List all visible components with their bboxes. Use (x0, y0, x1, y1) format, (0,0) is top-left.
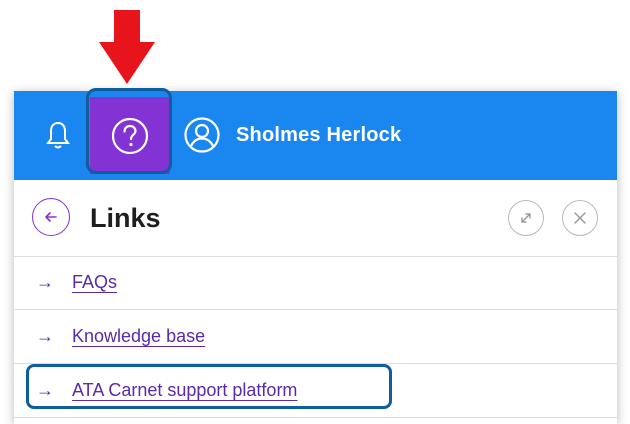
arrow-right-icon: → (36, 380, 54, 400)
back-button[interactable] (32, 198, 70, 236)
expand-icon (521, 213, 531, 223)
panel-title: Links (90, 203, 161, 233)
link-label[interactable]: Knowledge base (72, 326, 205, 347)
username-label[interactable]: Sholmes Herlock (236, 120, 401, 150)
expand-button[interactable] (508, 200, 544, 236)
help-button[interactable] (90, 97, 170, 174)
help-circle-icon (111, 117, 149, 154)
arrow-right-icon: → (36, 326, 54, 346)
arrow-right-icon: → (36, 272, 54, 292)
link-ata-carnet[interactable]: → ATA Carnet support platform (14, 364, 617, 418)
links-list: → FAQs → Knowledge base → ATA Carnet sup… (14, 256, 617, 418)
link-knowledge-base[interactable]: → Knowledge base (14, 310, 617, 364)
close-icon (574, 212, 586, 224)
panel-header: Links (14, 180, 617, 257)
link-label[interactable]: FAQs (72, 272, 117, 293)
user-circle-icon[interactable] (180, 103, 224, 167)
help-panel: Sholmes Herlock Links → FAQs → Knowledge… (14, 88, 617, 424)
link-label[interactable]: ATA Carnet support platform (72, 380, 297, 401)
arrow-left-icon (45, 212, 57, 222)
close-button[interactable] (562, 200, 598, 236)
link-faqs[interactable]: → FAQs (14, 256, 617, 310)
top-bar: Sholmes Herlock (14, 88, 617, 180)
bell-icon[interactable] (38, 103, 78, 167)
annotation-arrow-help (99, 10, 155, 84)
